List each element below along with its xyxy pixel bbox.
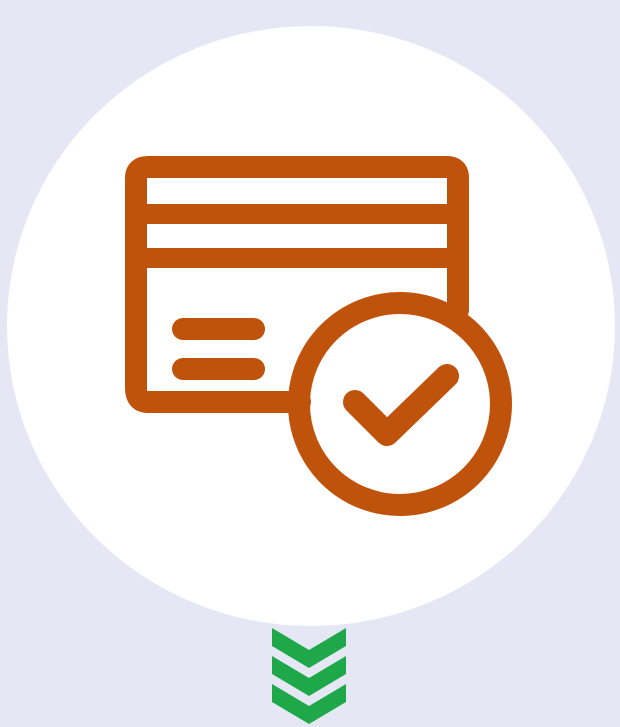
triple-chevron-down-icon[interactable] bbox=[0, 0, 620, 727]
chevron-down-icon bbox=[272, 628, 346, 668]
page bbox=[0, 0, 620, 727]
